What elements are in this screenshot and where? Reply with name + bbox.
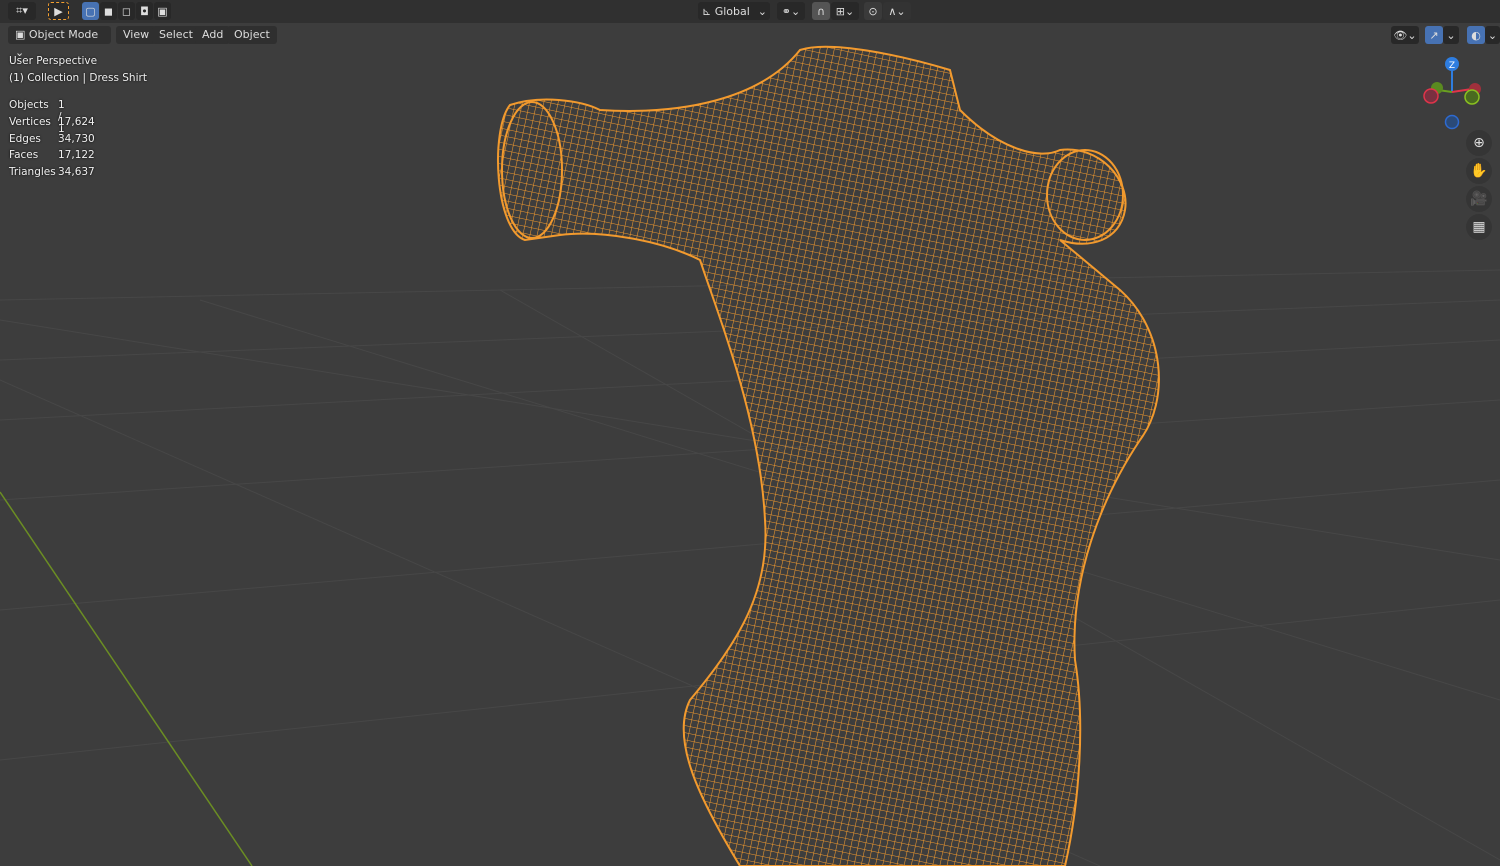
gizmo-icon: ↗: [1429, 28, 1439, 42]
grid-icon: ▦: [1472, 219, 1486, 235]
falloff-curve-icon: ∧⌄: [888, 4, 906, 18]
navigation-gizmo[interactable]: Z: [1415, 52, 1490, 132]
transform-orientation-dropdown[interactable]: ⊾ Global ⌄: [698, 2, 770, 20]
eye-icon: 👁⌄: [1393, 28, 1417, 42]
3d-viewport[interactable]: [0, 23, 1500, 866]
select-subtract-icon: ◻: [121, 4, 132, 18]
snap-toggle[interactable]: ∩: [812, 2, 830, 20]
camera-icon: 🎥: [1470, 191, 1488, 207]
chevron-down-icon: ⌄: [757, 4, 767, 18]
overlays-dropdown[interactable]: ⌄: [1485, 26, 1500, 44]
zoom-button[interactable]: ⊕: [1466, 130, 1492, 156]
overlays-icon: ◐: [1471, 28, 1481, 42]
menu-view[interactable]: View: [116, 26, 157, 44]
snap-increment-icon: ⊞⌄: [835, 4, 855, 18]
gizmo-toggle[interactable]: ↗: [1425, 26, 1443, 44]
menu-add[interactable]: Add: [195, 26, 231, 44]
snap-target-dropdown[interactable]: ⊞⌄: [831, 2, 859, 20]
select-mode-invert[interactable]: ◘: [136, 2, 153, 20]
pivot-point-dropdown[interactable]: ⚭⌄: [777, 2, 805, 20]
chevron-down-icon: ⌄: [1487, 28, 1498, 42]
select-mode-intersect[interactable]: ▣: [154, 2, 171, 20]
stat-edges: Edges 34,730: [9, 133, 95, 145]
top-toolbar: ⌗▾ ▶ ▢ ◼ ◻ ◘ ▣ ⊾ Global ⌄ ⚭⌄ ∩ ⊞⌄ ⊙ ∧⌄: [0, 0, 1500, 23]
gizmo-dropdown[interactable]: ⌄: [1443, 26, 1459, 44]
viewport-icon: ⌗▾: [16, 4, 28, 17]
proportional-icon: ⊙: [868, 4, 878, 18]
orientation-icon: ⊾: [702, 4, 715, 18]
camera-view-button[interactable]: 🎥: [1466, 186, 1492, 212]
pan-button[interactable]: ✋: [1466, 158, 1492, 184]
select-mode-extend[interactable]: ◼: [100, 2, 117, 20]
perspective-toggle-button[interactable]: ▦: [1466, 214, 1492, 240]
select-mode-new[interactable]: ▢: [82, 2, 99, 20]
select-tool-button[interactable]: ▶: [48, 2, 69, 20]
select-intersect-icon: ▣: [157, 4, 168, 18]
menu-select[interactable]: Select: [152, 26, 200, 44]
zoom-icon: ⊕: [1473, 135, 1485, 151]
mode-dropdown[interactable]: ▣ Object Mode ⌄: [8, 26, 111, 59]
stat-faces: Faces 17,122: [9, 149, 95, 161]
scene: [0, 45, 1500, 866]
hand-icon: ✋: [1470, 163, 1488, 179]
magnet-icon: ∩: [816, 4, 826, 18]
neg-x-axis-icon[interactable]: [1423, 88, 1439, 104]
select-extend-icon: ◼: [103, 4, 114, 18]
neg-z-axis-icon[interactable]: [1444, 114, 1460, 130]
stat-objects: Objects 1 / 1: [9, 99, 65, 135]
falloff-dropdown[interactable]: ∧⌄: [883, 2, 911, 20]
pivot-icon: ⚭⌄: [781, 4, 801, 18]
select-new-icon: ▢: [85, 4, 96, 18]
y-axis-line: [0, 491, 253, 866]
dress-shirt-wireframe: [497, 45, 1160, 866]
menu-object[interactable]: Object: [227, 26, 277, 44]
select-mode-subtract[interactable]: ◻: [118, 2, 135, 20]
visibility-dropdown[interactable]: 👁⌄: [1391, 26, 1419, 44]
y-axis-icon[interactable]: [1464, 89, 1480, 105]
object-mode-icon: ▣: [15, 28, 29, 41]
stat-triangles: Triangles 34,637: [9, 166, 95, 178]
overlays-toggle[interactable]: ◐: [1467, 26, 1485, 44]
select-invert-icon: ◘: [140, 4, 149, 18]
editor-type-button[interactable]: ⌗▾: [8, 2, 36, 20]
svg-text:Z: Z: [1449, 61, 1455, 71]
chevron-down-icon: ⌄: [1446, 28, 1456, 42]
collection-label: (1) Collection | Dress Shirt: [9, 72, 147, 84]
view-name: User Perspective: [9, 55, 98, 67]
cursor-icon: ▶: [54, 4, 63, 18]
stat-vertices: Vertices 17,624: [9, 116, 95, 128]
proportional-edit-toggle[interactable]: ⊙: [864, 2, 882, 20]
